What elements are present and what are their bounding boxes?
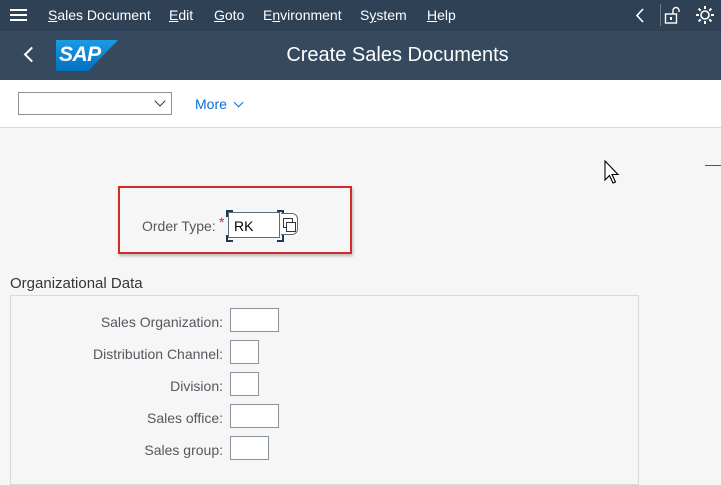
settings-icon[interactable] bbox=[695, 5, 715, 25]
hamburger-menu-icon[interactable] bbox=[10, 9, 27, 22]
more-label: More bbox=[195, 96, 227, 112]
menu-label-rest: vironment bbox=[280, 7, 342, 23]
distribution-channel-label: Distribution Channel: bbox=[93, 346, 223, 362]
unlock-icon[interactable] bbox=[664, 6, 680, 24]
edge-line bbox=[705, 165, 721, 166]
menu-label-rest: oto bbox=[224, 7, 245, 23]
menu-label-rest: E bbox=[263, 7, 273, 23]
menu-mnemonic: n bbox=[272, 7, 281, 23]
toolbar: More bbox=[0, 80, 721, 128]
sales-organization-label: Sales Organization: bbox=[100, 314, 223, 330]
chevron-down-icon bbox=[233, 97, 244, 108]
menu-edit[interactable]: Edit bbox=[169, 7, 193, 23]
menu-label-rest: S bbox=[360, 7, 370, 23]
menu-mnemonic: G bbox=[214, 7, 225, 23]
menu-help[interactable]: Help bbox=[427, 7, 456, 23]
sales-group-label: Sales group: bbox=[144, 442, 223, 458]
mouse-cursor-icon bbox=[604, 160, 620, 184]
menu-sales-document[interactable]: Sales Document bbox=[48, 7, 151, 23]
menu-mnemonic: S bbox=[48, 7, 58, 23]
focus-corner bbox=[226, 235, 233, 242]
title-bar: SAP Create Sales Documents bbox=[0, 31, 721, 80]
more-button[interactable]: More bbox=[195, 96, 244, 112]
menu-mnemonic: E bbox=[169, 7, 179, 23]
focus-corner bbox=[226, 210, 233, 217]
menu-goto[interactable]: Goto bbox=[214, 7, 244, 23]
menubar-divider bbox=[660, 4, 661, 26]
distribution-channel-input[interactable] bbox=[230, 340, 259, 364]
menu-mnemonic: H bbox=[427, 7, 438, 23]
menu-system[interactable]: System bbox=[360, 7, 407, 23]
menu-label-rest: dit bbox=[178, 7, 194, 23]
order-type-input[interactable]: RK bbox=[228, 212, 280, 238]
menu-bar: Sales Document Edit Goto Environment Sys… bbox=[0, 0, 721, 31]
order-type-label: Order Type: bbox=[142, 218, 216, 234]
menu-environment[interactable]: Environment bbox=[263, 7, 342, 23]
chevron-down-icon bbox=[154, 95, 166, 107]
org-data-title: Organizational Data bbox=[10, 275, 143, 292]
menu-label-rest: elp bbox=[437, 7, 456, 23]
sales-office-input[interactable] bbox=[230, 404, 279, 428]
division-label: Division: bbox=[170, 378, 223, 394]
sales-office-label: Sales office: bbox=[146, 410, 223, 426]
menu-label-rest: ales Document bbox=[57, 7, 151, 23]
focus-corner bbox=[277, 235, 284, 242]
menu-label-rest: stem bbox=[376, 7, 407, 23]
command-dropdown[interactable] bbox=[18, 92, 172, 115]
page-title: Create Sales Documents bbox=[286, 44, 509, 66]
sales-group-input[interactable] bbox=[230, 436, 269, 460]
division-input[interactable] bbox=[230, 372, 259, 396]
collapse-chevron-icon[interactable] bbox=[635, 8, 645, 23]
sales-organization-input[interactable] bbox=[230, 308, 279, 332]
required-indicator: * bbox=[219, 214, 225, 230]
value-help-icon[interactable] bbox=[281, 213, 298, 235]
